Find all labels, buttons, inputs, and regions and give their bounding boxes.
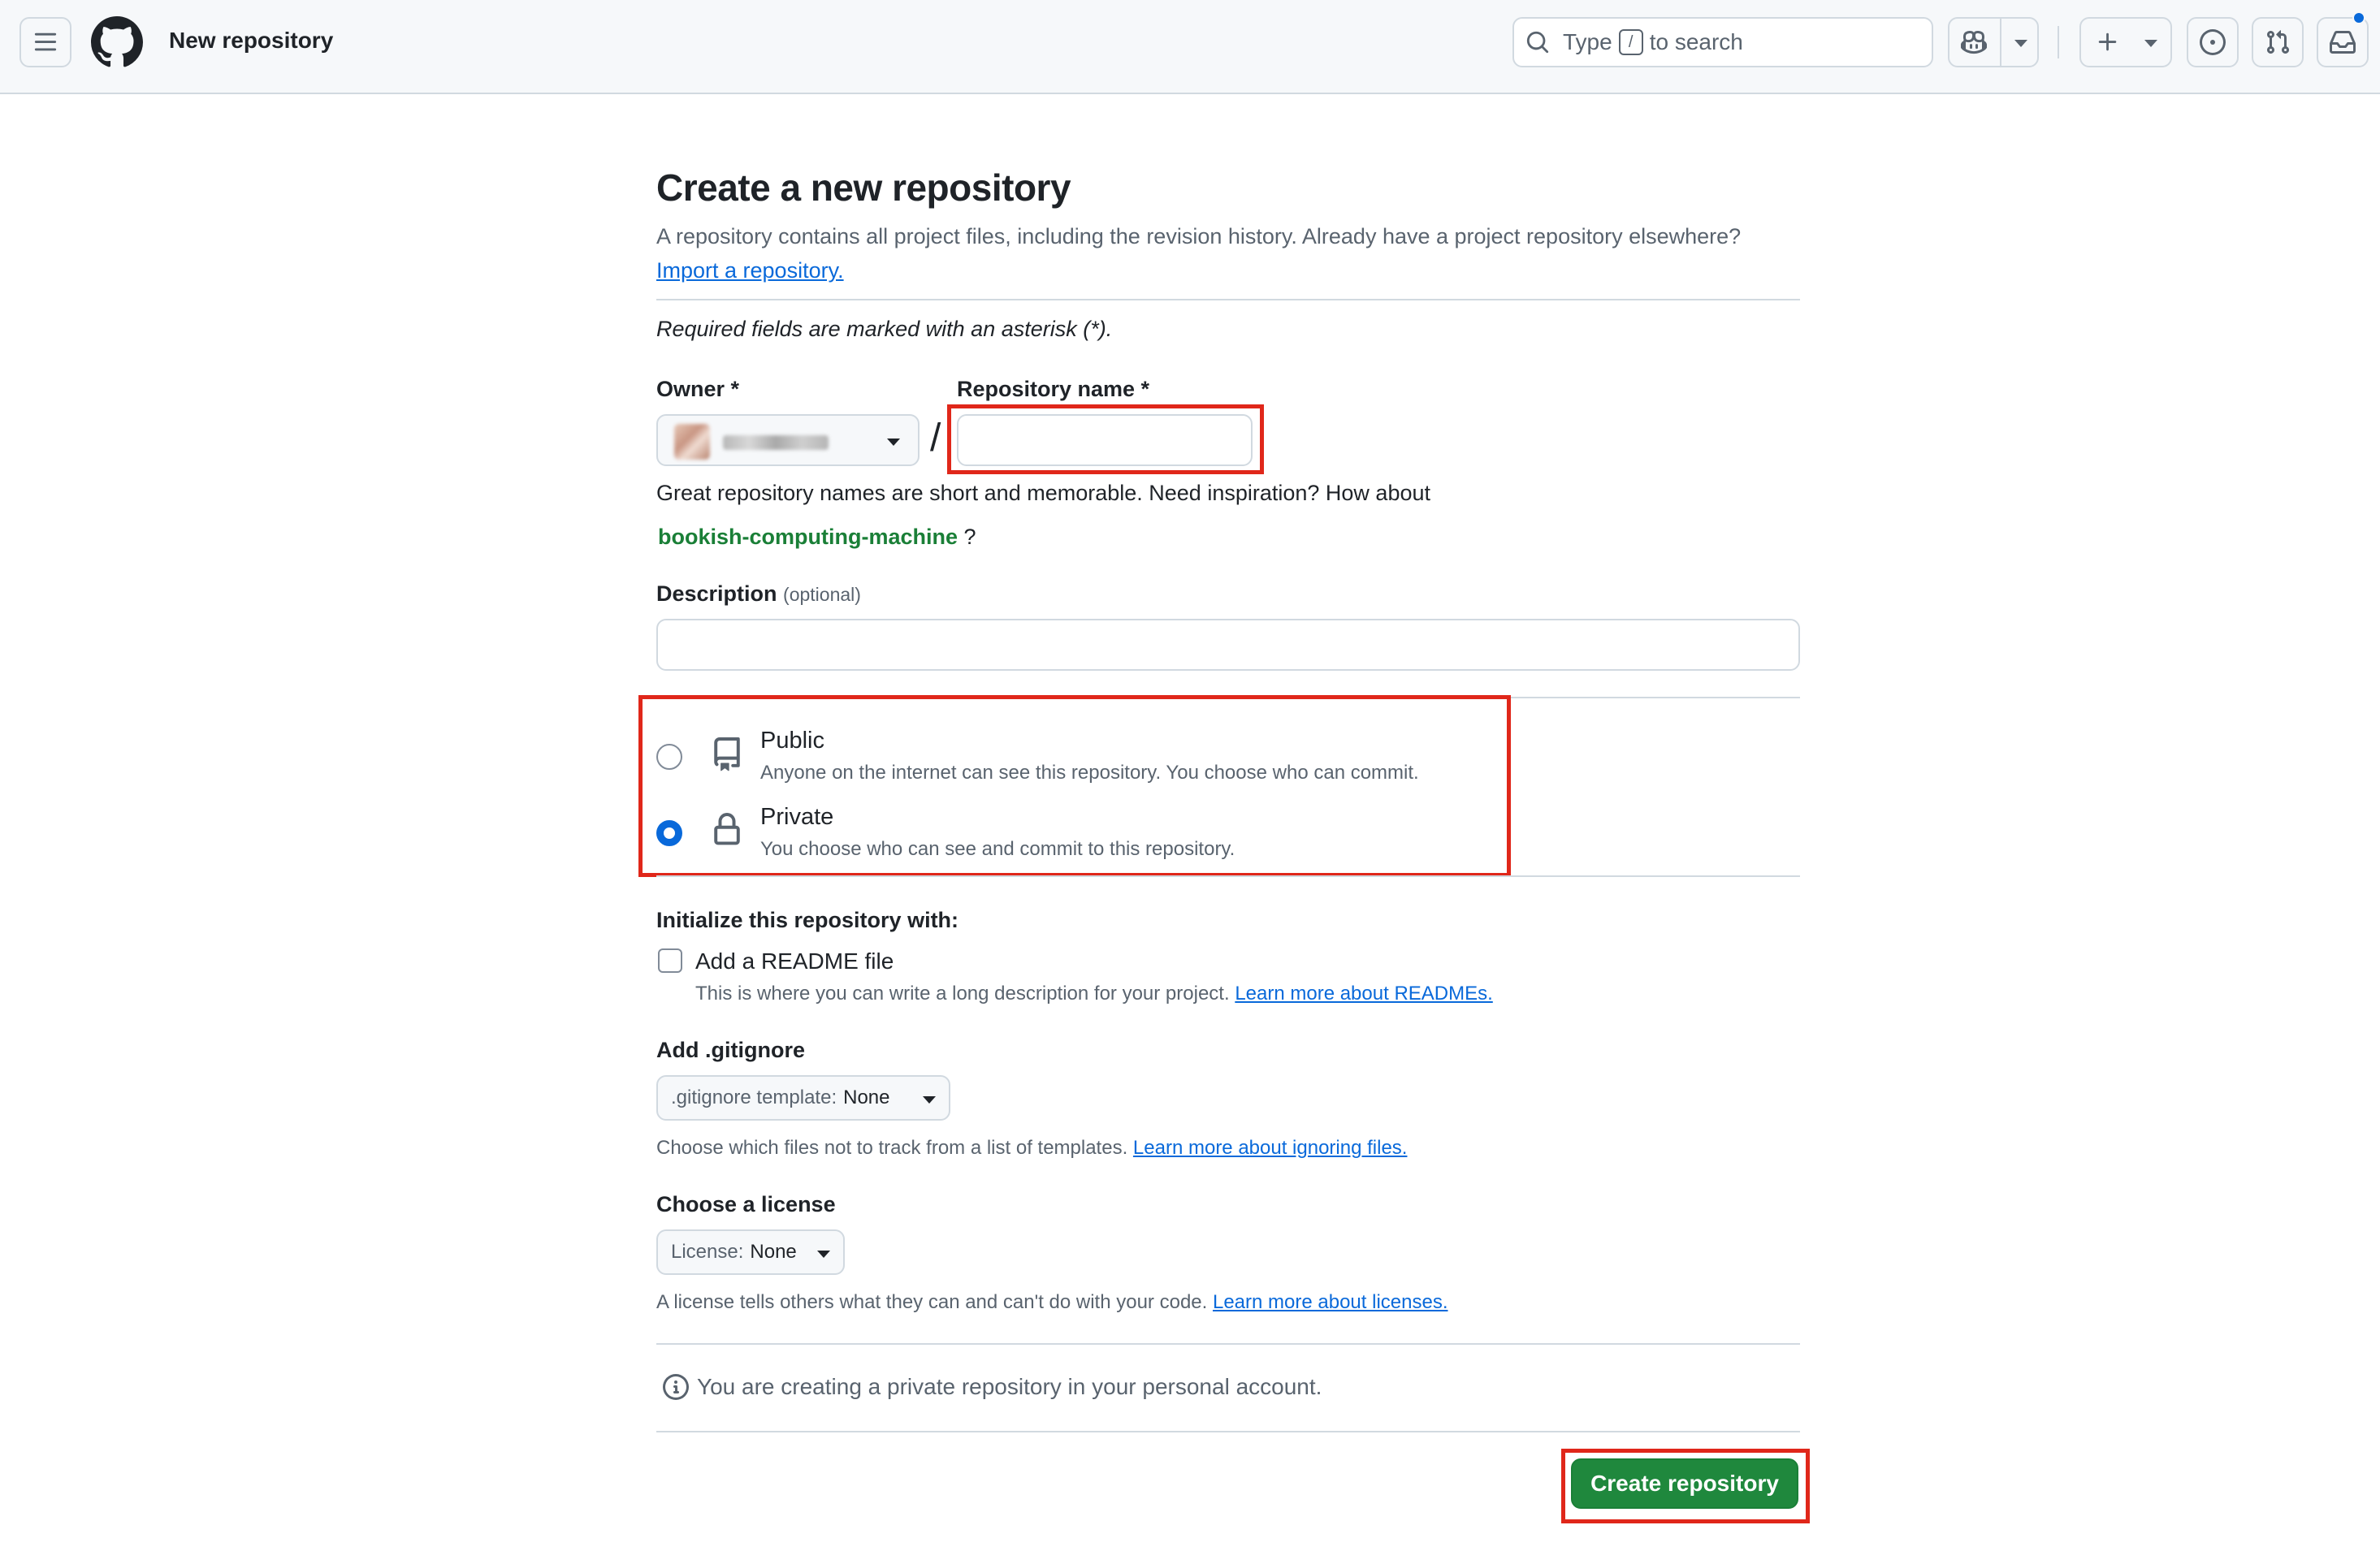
description-input[interactable] — [656, 619, 1800, 671]
header-divider — [2058, 26, 2059, 58]
private-radio[interactable] — [656, 820, 682, 846]
owner-name-redacted — [723, 435, 829, 450]
divider — [656, 697, 1800, 698]
copilot-button[interactable] — [1948, 17, 2039, 67]
create-new-button[interactable] — [2079, 17, 2172, 67]
name-hint: Great repository names are short and mem… — [656, 481, 1430, 505]
intro-text: A repository contains all project files,… — [656, 224, 1742, 248]
lock-icon — [714, 813, 740, 845]
description-label: Description (optional) — [656, 581, 861, 607]
info-icon — [663, 1374, 689, 1400]
chevron-down-icon — [2144, 40, 2157, 47]
inbox-button[interactable] — [2317, 17, 2369, 67]
copilot-icon — [1961, 30, 1987, 54]
chevron-down-icon — [887, 439, 900, 446]
github-logo-icon[interactable] — [91, 16, 143, 68]
optional-tag: (optional) — [783, 584, 861, 605]
readme-label[interactable]: Add a README file — [695, 948, 894, 974]
search-prefix: Type — [1563, 29, 1612, 54]
license-learn-more-link[interactable]: Learn more about licenses. — [1213, 1291, 1448, 1313]
menu-button[interactable] — [19, 17, 71, 67]
private-title: Private — [760, 804, 834, 830]
public-title: Public — [760, 728, 824, 754]
repository-name-input[interactable] — [957, 414, 1253, 466]
info-text: You are creating a private repository in… — [697, 1374, 1322, 1399]
owner-label: Owner * — [656, 377, 740, 401]
divider — [656, 1343, 1800, 1345]
search-input[interactable]: Type / to search — [1512, 17, 1933, 67]
pull-requests-button[interactable] — [2252, 17, 2304, 67]
form-intro: A repository contains all project files,… — [656, 219, 1800, 287]
repo-name-label: Repository name * — [957, 377, 1150, 401]
gitignore-description-text: Choose which files not to track from a l… — [656, 1137, 1128, 1159]
license-description: A license tells others what they can and… — [656, 1291, 1447, 1314]
repo-icon — [714, 737, 740, 771]
private-description: You choose who can see and commit to thi… — [760, 838, 1235, 860]
owner-repo-separator: / — [930, 417, 941, 460]
license-description-text: A license tells others what they can and… — [656, 1291, 1208, 1313]
readme-description-text: This is where you can write a long descr… — [695, 983, 1230, 1005]
issues-button[interactable] — [2187, 17, 2239, 67]
chevron-down-icon — [923, 1096, 936, 1104]
description-label-text: Description — [656, 581, 777, 606]
search-icon — [1526, 31, 1549, 54]
gitignore-select-value: None — [843, 1087, 890, 1108]
pull-request-icon — [2266, 30, 2290, 54]
gitignore-heading: Add .gitignore — [656, 1038, 805, 1062]
readme-checkbox[interactable] — [658, 948, 682, 973]
global-header: New repository Type / to search — [0, 0, 2380, 94]
license-select-value: None — [750, 1241, 797, 1263]
required-fields-note: Required fields are marked with an aster… — [656, 317, 1113, 341]
form-heading: Create a new repository — [656, 166, 1071, 209]
notification-indicator — [2352, 11, 2365, 24]
create-repository-button[interactable]: Create repository — [1571, 1458, 1798, 1509]
gitignore-description: Choose which files not to track from a l… — [656, 1137, 1407, 1160]
menu-icon — [34, 32, 57, 51]
suggestion-suffix: ? — [963, 525, 976, 549]
initialize-heading: Initialize this repository with: — [656, 908, 959, 932]
gitignore-select-label: .gitignore template: — [671, 1087, 837, 1108]
divider — [656, 1431, 1800, 1432]
inbox-icon — [2330, 31, 2356, 54]
name-suggestion: bookish-computing-machine ? — [658, 525, 976, 550]
search-shortcut-key: / — [1618, 29, 1643, 55]
chevron-down-icon — [2014, 40, 2027, 47]
gitignore-learn-more-link[interactable]: Learn more about ignoring files. — [1133, 1137, 1408, 1159]
avatar — [674, 424, 710, 460]
owner-select[interactable] — [656, 414, 920, 466]
page-title: New repository — [169, 28, 334, 53]
chevron-down-icon — [817, 1251, 830, 1258]
license-select[interactable]: License: None — [656, 1229, 845, 1275]
readme-description: This is where you can write a long descr… — [695, 983, 1493, 1005]
license-select-label: License: — [671, 1241, 744, 1263]
issues-icon — [2200, 29, 2226, 55]
gitignore-select[interactable]: .gitignore template: None — [656, 1075, 950, 1121]
suggested-name-link[interactable]: bookish-computing-machine — [658, 525, 958, 549]
info-notice: You are creating a private repository in… — [663, 1374, 1322, 1400]
search-suffix: to search — [1649, 29, 1743, 54]
divider — [656, 875, 1800, 877]
readme-learn-more-link[interactable]: Learn more about READMEs. — [1235, 983, 1492, 1005]
public-description: Anyone on the internet can see this repo… — [760, 762, 1419, 784]
import-repository-link[interactable]: Import a repository. — [656, 258, 844, 283]
plus-icon — [2098, 32, 2117, 51]
license-heading: Choose a license — [656, 1192, 836, 1216]
divider — [656, 299, 1800, 300]
public-radio[interactable] — [656, 744, 682, 770]
